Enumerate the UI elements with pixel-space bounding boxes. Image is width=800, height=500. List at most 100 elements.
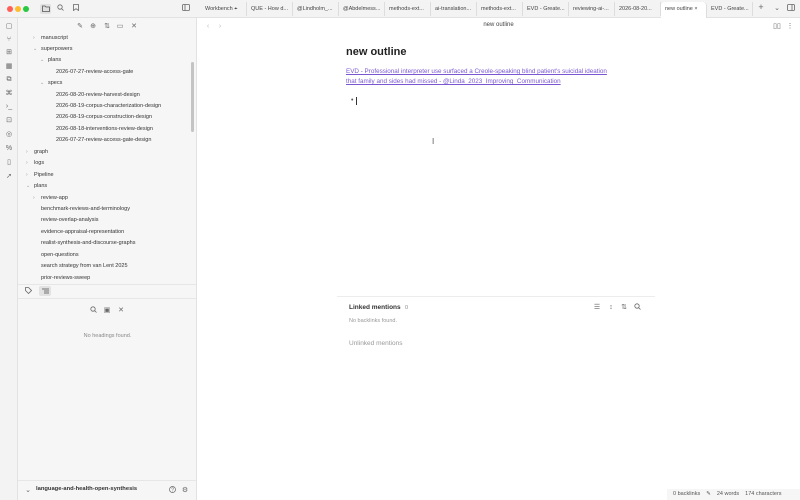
sort-icon[interactable]: ⇅ — [620, 303, 628, 312]
help-icon[interactable]: ? — [168, 486, 176, 496]
plugin-icon[interactable]: ⊡ — [5, 116, 13, 125]
search-icon[interactable] — [56, 4, 65, 14]
tree-folder[interactable]: plans — [48, 55, 61, 65]
list-view-icon[interactable]: ☰ — [593, 303, 601, 312]
terminal-icon[interactable]: ›_ — [5, 102, 13, 111]
search-icon[interactable] — [89, 306, 97, 316]
link-line[interactable]: that family and sides had missed - @Lind… — [346, 77, 646, 87]
rocket-icon[interactable]: ➚ — [5, 172, 13, 181]
tab[interactable]: EVD - Greate... — [707, 2, 753, 16]
scrollbar[interactable] — [191, 62, 194, 132]
vault-name[interactable]: language-and-health-open-synthesis — [36, 486, 137, 492]
tab[interactable]: EVD - Greate... — [523, 2, 569, 16]
outline-list-icon[interactable] — [39, 286, 51, 296]
new-file-icon[interactable]: ✎ — [76, 22, 84, 31]
tree-folder[interactable]: Pipeline — [34, 170, 54, 180]
tree-file[interactable]: review-overlap-analysis — [41, 215, 98, 225]
graph-icon[interactable]: ⑂ — [5, 35, 13, 44]
tree-chevron-icon[interactable]: › — [33, 193, 35, 203]
reading-view-icon[interactable]: ▯▯ — [773, 22, 781, 31]
tree-file[interactable]: benchmark-reviews-and-terminology — [41, 204, 130, 214]
tag-icon[interactable] — [24, 287, 32, 297]
tab-workbench[interactable]: Workbench ⌖ — [201, 2, 247, 16]
tree-chevron-icon[interactable]: › — [26, 147, 28, 157]
tree-chevron-icon[interactable]: ⌄ — [40, 55, 44, 65]
vault-switcher-icon[interactable]: ⌄ — [24, 486, 32, 495]
unlinked-mentions-title[interactable]: Unlinked mentions — [349, 340, 402, 347]
tree-file[interactable]: search strategy from van Lent 2025 — [41, 261, 128, 271]
tree-folder[interactable]: specs — [48, 78, 62, 88]
book-icon[interactable]: ▯ — [5, 158, 13, 167]
tree-file[interactable]: 2026-08-18-interventions-review-design — [56, 124, 153, 134]
tree-file[interactable]: 2026-08-19-corpus-construction-design — [56, 112, 152, 122]
note-link[interactable]: EVD - Professional interpreter use surfa… — [346, 67, 646, 87]
new-folder-icon[interactable]: ⊕ — [89, 22, 97, 31]
tab[interactable]: ai-translation... — [431, 2, 477, 16]
tab[interactable]: QUE - How d... — [247, 2, 293, 16]
tab[interactable]: @Abdelmess... — [339, 2, 385, 16]
collapse-all-icon[interactable]: ▭ — [116, 22, 124, 31]
linked-mentions-count: 0 — [405, 305, 409, 311]
tree-folder[interactable]: review-app — [41, 193, 68, 203]
close-window-button[interactable] — [7, 6, 13, 12]
globe-icon[interactable]: ◎ — [5, 130, 13, 139]
linked-mentions-title[interactable]: Linked mentions — [349, 304, 401, 311]
tab-new-outline[interactable]: new outline × — [661, 2, 707, 18]
tree-folder[interactable]: graph — [34, 147, 48, 157]
minimize-window-button[interactable] — [15, 6, 21, 12]
character-count: 174 characters — [745, 491, 782, 497]
tree-folder[interactable]: superpowers — [41, 44, 73, 54]
tree-file[interactable]: 2026-08-19-corpus-characterization-desig… — [56, 101, 161, 111]
settings-gear-icon[interactable]: ⚙ — [181, 486, 189, 495]
tree-chevron-icon[interactable]: › — [33, 33, 35, 43]
search-icon[interactable] — [633, 303, 641, 313]
outline-filter-icon[interactable]: ▣ — [103, 306, 111, 315]
templates-icon[interactable]: ⧉ — [5, 75, 13, 84]
tab[interactable]: 2026-08-20... — [615, 2, 661, 16]
toggle-sidebar-icon[interactable] — [181, 4, 190, 14]
tree-file[interactable]: evidence-appraisal-representation — [41, 227, 124, 237]
sort-icon[interactable]: ⇅ — [103, 22, 111, 31]
tree-file[interactable]: 2026-07-27-review-access-gate-design — [56, 135, 151, 145]
tab[interactable]: methods-ext... — [385, 2, 431, 16]
tree-folder[interactable]: manuscript — [41, 33, 68, 43]
tree-chevron-icon[interactable]: ⌄ — [26, 181, 30, 191]
tab[interactable]: reviewing-ai-... — [569, 2, 615, 16]
link-line[interactable]: EVD - Professional interpreter use surfa… — [346, 67, 646, 77]
new-note-icon[interactable]: ▢ — [5, 22, 13, 31]
collapse-icon[interactable]: ✕ — [117, 306, 125, 315]
note-title[interactable]: new outline — [346, 46, 407, 58]
canvas-icon[interactable]: ⊞ — [5, 48, 13, 57]
title-bar: Workbench ⌖ QUE - How d... @Lindholm_...… — [0, 0, 800, 18]
command-palette-icon[interactable]: ⌘ — [5, 89, 13, 98]
pencil-icon[interactable]: ✎ — [706, 489, 711, 500]
pin-icon: ⌖ — [234, 6, 238, 12]
tree-chevron-icon[interactable]: ⌄ — [40, 78, 44, 88]
zoom-window-button[interactable] — [23, 6, 29, 12]
close-icon[interactable]: ✕ — [130, 22, 138, 31]
new-tab-icon[interactable]: + — [757, 3, 765, 12]
file-explorer-icon[interactable] — [40, 4, 51, 14]
tab-list-chevron-icon[interactable]: ⌄ — [773, 4, 781, 13]
tab[interactable]: @Lindholm_... — [293, 2, 339, 16]
tree-folder[interactable]: logs — [34, 158, 44, 168]
more-options-icon[interactable]: ⋮ — [786, 22, 794, 31]
tab[interactable]: methods-ext... — [477, 2, 523, 16]
tree-chevron-icon[interactable]: ⌄ — [33, 44, 37, 54]
calendar-icon[interactable]: ▦ — [5, 62, 13, 71]
tree-file[interactable]: open-questions — [41, 250, 79, 260]
tree-file[interactable]: 2026-07-27-review-access-gate — [56, 67, 133, 77]
right-sidebar-toggle-icon[interactable] — [787, 4, 795, 14]
expand-icon[interactable]: ↕ — [607, 303, 615, 312]
tree-chevron-icon[interactable]: › — [26, 158, 28, 168]
bookmark-icon[interactable] — [71, 4, 80, 14]
tree-folder[interactable]: plans — [34, 181, 47, 191]
close-tab-icon[interactable]: × — [694, 6, 697, 12]
percent-icon[interactable]: % — [5, 144, 13, 153]
status-bar: 0 backlinks ✎ 24 words 174 characters — [667, 489, 800, 500]
tree-file[interactable]: 2026-08-20-review-harvest-design — [56, 90, 140, 100]
tree-file[interactable]: realist-synthesis-and-discourse-graphs — [41, 238, 135, 248]
tree-file[interactable]: prior-reviews-sweep — [41, 273, 90, 283]
backlinks-count[interactable]: 0 backlinks — [673, 489, 700, 500]
tree-chevron-icon[interactable]: › — [26, 170, 28, 180]
